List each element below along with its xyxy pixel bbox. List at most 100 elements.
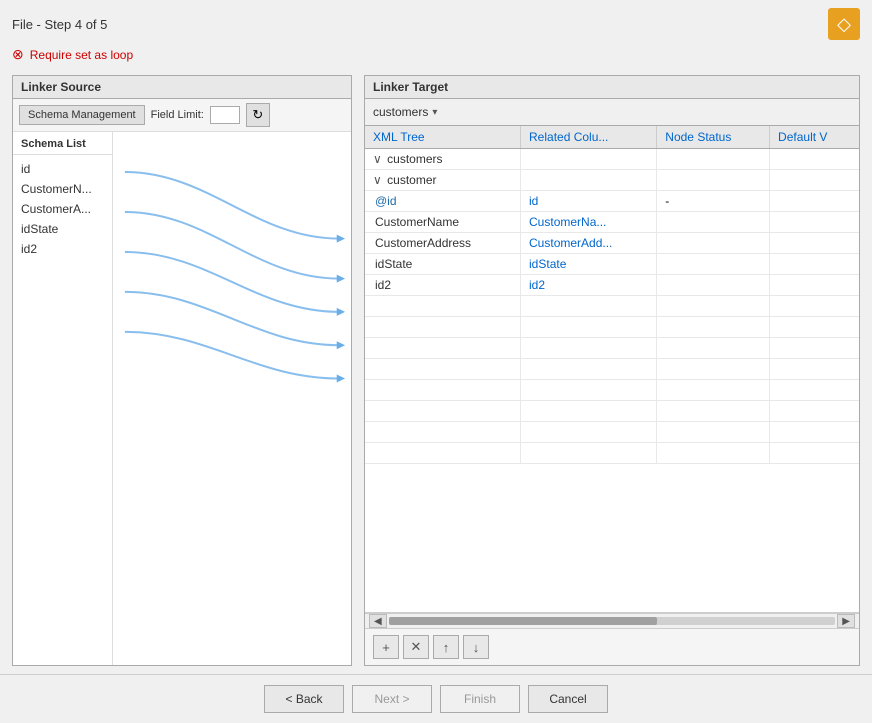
table-row[interactable]: idState idState xyxy=(365,254,859,275)
linker-target-title: Linker Target xyxy=(365,76,859,99)
table-row[interactable]: ∨ customers xyxy=(365,149,859,170)
tree-cell-related: idState xyxy=(521,254,657,275)
tree-node-label: CustomerAddress xyxy=(375,236,471,250)
table-row-empty xyxy=(365,338,859,359)
scroll-left-btn[interactable]: ◀ xyxy=(369,614,387,628)
table-row-empty xyxy=(365,380,859,401)
horizontal-scrollbar[interactable]: ◀ ▶ xyxy=(365,613,859,629)
schema-management-button[interactable]: Schema Management xyxy=(19,105,145,125)
col-node-status: Node Status xyxy=(657,126,770,149)
tree-cell-default xyxy=(770,212,859,233)
table-row[interactable]: @id id - xyxy=(365,191,859,212)
source-body: Schema List idCustomerN...CustomerA...id… xyxy=(13,132,351,665)
move-down-button[interactable]: ↓ xyxy=(463,635,489,659)
wizard-title: File - Step 4 of 5 xyxy=(12,17,107,32)
target-dropdown[interactable]: customers ▾ xyxy=(373,105,437,119)
col-default-v: Default V xyxy=(770,126,859,149)
back-button[interactable]: < Back xyxy=(264,685,344,713)
linker-source-panel: Linker Source Schema Management Field Li… xyxy=(12,75,352,666)
target-header: customers ▾ xyxy=(365,99,859,126)
warning-icon: ⊗ xyxy=(12,46,24,63)
xml-tree-table: XML Tree Related Colu... Node Status Def… xyxy=(365,126,859,464)
tree-toggle: ∨ xyxy=(373,152,382,166)
tree-cell-status: - xyxy=(657,191,770,212)
tree-cell-related xyxy=(521,170,657,191)
finish-button[interactable]: Finish xyxy=(440,685,520,713)
tree-cell-status xyxy=(657,254,770,275)
table-row-empty xyxy=(365,317,859,338)
schema-list-item[interactable]: CustomerA... xyxy=(13,199,112,219)
tree-cell-related: id xyxy=(521,191,657,212)
table-row-empty xyxy=(365,443,859,464)
tree-node-label: @id xyxy=(375,194,397,208)
linker-target-panel: Linker Target customers ▾ XML Tree Relat… xyxy=(364,75,860,666)
remove-row-button[interactable]: ✕ xyxy=(403,635,429,659)
field-limit-input[interactable]: 5 xyxy=(210,106,240,124)
schema-list-header: Schema List xyxy=(13,136,112,155)
schema-list-area: Schema List idCustomerN...CustomerA...id… xyxy=(13,132,113,665)
tree-node-label: customers xyxy=(387,152,442,166)
tree-cell-status xyxy=(657,233,770,254)
tree-cell-default xyxy=(770,275,859,296)
col-related-col: Related Colu... xyxy=(521,126,657,149)
tree-node-label: id2 xyxy=(375,278,391,292)
tree-cell-status xyxy=(657,275,770,296)
move-up-button[interactable]: ↑ xyxy=(433,635,459,659)
xml-tree-container[interactable]: XML Tree Related Colu... Node Status Def… xyxy=(365,126,859,613)
chevron-down-icon: ▾ xyxy=(432,107,437,118)
refresh-button[interactable]: ↻ xyxy=(246,103,270,127)
cancel-button[interactable]: Cancel xyxy=(528,685,608,713)
tree-cell-related: id2 xyxy=(521,275,657,296)
scroll-thumb xyxy=(389,617,657,625)
tree-cell-status xyxy=(657,149,770,170)
target-dropdown-value: customers xyxy=(373,105,428,119)
tree-node-label: customer xyxy=(387,173,436,187)
tree-cell-name: ∨ customers xyxy=(365,149,521,170)
tree-cell-related xyxy=(521,149,657,170)
tree-cell-status xyxy=(657,212,770,233)
tree-toggle: ∨ xyxy=(373,173,382,187)
table-row-empty xyxy=(365,401,859,422)
schema-list-items: idCustomerN...CustomerA...idStateid2 xyxy=(13,155,112,263)
tree-cell-status xyxy=(657,170,770,191)
tree-cell-name: ∨ customer xyxy=(365,170,521,191)
tree-cell-default xyxy=(770,191,859,212)
warning-text: Require set as loop xyxy=(30,48,133,62)
connection-area xyxy=(113,132,351,665)
schema-list-item[interactable]: idState xyxy=(13,219,112,239)
tree-cell-default xyxy=(770,170,859,191)
tree-cell-name: CustomerName xyxy=(365,212,521,233)
next-button[interactable]: Next > xyxy=(352,685,432,713)
tree-node-label: CustomerName xyxy=(375,215,459,229)
tree-cell-name: id2 xyxy=(365,275,521,296)
refresh-icon: ↻ xyxy=(252,107,263,123)
schema-list-item[interactable]: id xyxy=(13,159,112,179)
top-icon-symbol: ◇ xyxy=(837,14,851,35)
table-header-row: XML Tree Related Colu... Node Status Def… xyxy=(365,126,859,149)
schema-list-item[interactable]: CustomerN... xyxy=(13,179,112,199)
connection-svg xyxy=(113,132,351,665)
schema-list-item[interactable]: id2 xyxy=(13,239,112,259)
target-toolbar: + ✕ ↑ ↓ xyxy=(365,629,859,665)
table-row-empty xyxy=(365,359,859,380)
tree-cell-name: idState xyxy=(365,254,521,275)
tree-cell-name: @id xyxy=(365,191,521,212)
table-row[interactable]: id2 id2 xyxy=(365,275,859,296)
table-row[interactable]: CustomerName CustomerNa... xyxy=(365,212,859,233)
title-bar: File - Step 4 of 5 ◇ xyxy=(0,0,872,44)
main-content: Linker Source Schema Management Field Li… xyxy=(0,69,872,674)
tree-cell-related: CustomerNa... xyxy=(521,212,657,233)
table-row-empty xyxy=(365,296,859,317)
tree-cell-default xyxy=(770,254,859,275)
source-toolbar: Schema Management Field Limit: 5 ↻ xyxy=(13,99,351,132)
add-row-button[interactable]: + xyxy=(373,635,399,659)
tree-cell-default xyxy=(770,233,859,254)
field-limit-label: Field Limit: xyxy=(151,109,204,121)
linker-source-title: Linker Source xyxy=(13,76,351,99)
table-row[interactable]: CustomerAddress CustomerAdd... xyxy=(365,233,859,254)
warning-row: ⊗ Require set as loop xyxy=(0,44,872,69)
scroll-track xyxy=(389,617,836,625)
table-row[interactable]: ∨ customer xyxy=(365,170,859,191)
tree-cell-related: CustomerAdd... xyxy=(521,233,657,254)
scroll-right-btn[interactable]: ▶ xyxy=(837,614,855,628)
